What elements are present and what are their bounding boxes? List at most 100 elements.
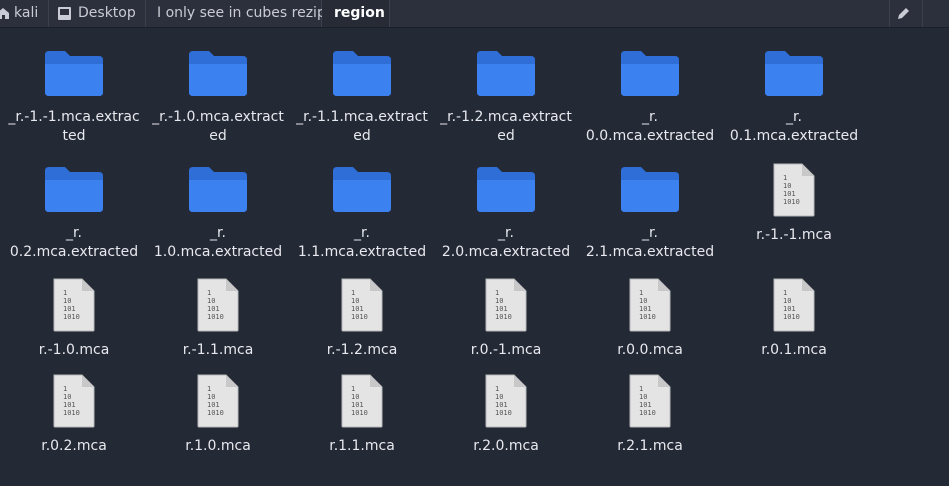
svg-text:101: 101 <box>639 305 652 313</box>
file-item[interactable]: 1 10 101 1010 r.-1.0.mca <box>4 278 144 363</box>
item-label: r.-1.0.mca <box>38 342 110 358</box>
folder-item[interactable]: _r.-1.0.mca.extract ed <box>148 28 288 144</box>
folder-icon <box>189 50 247 96</box>
item-label: r.2.1.mca <box>617 438 683 454</box>
folder-icon <box>765 50 823 96</box>
item-label: r.0.-1.mca <box>470 342 542 358</box>
item-label: _r.-1.1.mca.extract ed <box>292 108 432 146</box>
svg-text:1010: 1010 <box>351 313 368 321</box>
binary-file-icon: 1 10 101 1010 <box>52 278 96 332</box>
file-item[interactable]: 1 10 101 1010 r.1.0.mca <box>148 374 288 459</box>
crumb-label: Desktop <box>78 5 136 21</box>
edit-location-button[interactable] <box>889 0 916 27</box>
file-item[interactable]: 1 10 101 1010 r.0.1.mca <box>724 278 864 363</box>
folder-icon <box>477 50 535 96</box>
crumb-region[interactable]: region <box>322 0 390 27</box>
binary-file-icon: 1 10 101 1010 <box>772 163 816 217</box>
item-label: _r. 1.1.mca.extracted <box>292 224 432 262</box>
crumb-desktop[interactable]: Desktop <box>49 0 146 27</box>
svg-text:1010: 1010 <box>207 313 224 321</box>
folder-item[interactable]: _r.-1.1.mca.extract ed <box>292 28 432 144</box>
svg-text:1: 1 <box>207 289 211 297</box>
file-item[interactable]: 1 10 101 1010 r.-1.2.mca <box>292 278 432 363</box>
svg-text:10: 10 <box>207 393 215 401</box>
file-item[interactable]: 1 10 101 1010 r.0.2.mca <box>4 374 144 459</box>
item-label: _r. 1.0.mca.extracted <box>148 224 288 262</box>
svg-text:101: 101 <box>783 305 796 313</box>
path-bar: kali Desktop I only see in cubes rezip r… <box>0 0 949 28</box>
item-label: _r. 2.1.mca.extracted <box>580 224 720 262</box>
file-item[interactable]: 1 10 101 1010 r.1.1.mca <box>292 374 432 459</box>
svg-text:1: 1 <box>639 289 643 297</box>
svg-text:1: 1 <box>495 385 499 393</box>
folder-item[interactable]: _r. 2.0.mca.extracted <box>436 144 576 260</box>
svg-text:1: 1 <box>495 289 499 297</box>
crumb-label: kali <box>14 5 39 21</box>
item-label: r.2.0.mca <box>473 438 539 454</box>
binary-file-icon: 1 10 101 1010 <box>196 278 240 332</box>
item-label: r.-1.1.mca <box>182 342 254 358</box>
svg-text:1010: 1010 <box>63 409 80 417</box>
folder-item[interactable]: _r. 1.0.mca.extracted <box>148 144 288 260</box>
folder-icon <box>333 166 391 212</box>
file-item[interactable]: 1 10 101 1010 r.2.0.mca <box>436 374 576 459</box>
folder-item[interactable]: _r. 2.1.mca.extracted <box>580 144 720 260</box>
label-line: _r.-1.2.mca.extract <box>440 109 572 125</box>
svg-text:1010: 1010 <box>207 409 224 417</box>
folder-item[interactable]: _r.-1.2.mca.extract ed <box>436 28 576 144</box>
folder-icon <box>45 166 103 212</box>
label-line: _r. <box>210 225 226 241</box>
svg-text:101: 101 <box>351 401 364 409</box>
file-item[interactable]: 1 10 101 1010 r.0.0.mca <box>580 278 720 363</box>
file-item[interactable]: 1 10 101 1010 r.-1.-1.mca <box>724 163 864 248</box>
crumb-kali[interactable]: kali <box>0 0 49 27</box>
item-label: r.0.0.mca <box>617 342 683 358</box>
crumb-label: I only see in cubes rezip <box>157 5 326 21</box>
item-label: _r.-1.0.mca.extract ed <box>148 108 288 146</box>
svg-text:1010: 1010 <box>63 313 80 321</box>
svg-text:101: 101 <box>63 401 76 409</box>
label-line: 2.0.mca.extracted <box>441 244 571 260</box>
label-line: 1.1.mca.extracted <box>297 244 427 260</box>
folder-item[interactable]: _r. 0.1.mca.extracted <box>724 28 864 144</box>
svg-text:1: 1 <box>783 174 787 182</box>
svg-text:101: 101 <box>207 401 220 409</box>
file-item[interactable]: 1 10 101 1010 r.0.-1.mca <box>436 278 576 363</box>
svg-text:101: 101 <box>351 305 364 313</box>
file-item[interactable]: 1 10 101 1010 r.2.1.mca <box>580 374 720 459</box>
label-line: 0.2.mca.extracted <box>9 244 139 260</box>
svg-text:101: 101 <box>495 305 508 313</box>
svg-text:1: 1 <box>639 385 643 393</box>
file-item[interactable]: 1 10 101 1010 r.-1.1.mca <box>148 278 288 363</box>
folder-icon <box>45 50 103 96</box>
label-line: 0.1.mca.extracted <box>729 128 859 144</box>
label-line: _r. <box>66 225 82 241</box>
desktop-icon <box>58 7 71 20</box>
svg-text:10: 10 <box>783 182 791 190</box>
folder-item[interactable]: _r. 0.0.mca.extracted <box>580 28 720 144</box>
binary-file-icon: 1 10 101 1010 <box>52 374 96 428</box>
svg-text:1010: 1010 <box>495 409 512 417</box>
svg-text:1010: 1010 <box>639 313 656 321</box>
toolbar-edge <box>922 0 949 27</box>
binary-file-icon: 1 10 101 1010 <box>772 278 816 332</box>
label-line: _r. <box>642 225 658 241</box>
svg-text:10: 10 <box>495 393 503 401</box>
folder-item[interactable]: _r.-1.-1.mca.extrac ted <box>4 28 144 144</box>
folder-item[interactable]: _r. 0.2.mca.extracted <box>4 144 144 260</box>
file-grid: _r.-1.-1.mca.extrac ted _r.-1.0.mca.extrac… <box>0 28 949 486</box>
binary-file-icon: 1 10 101 1010 <box>196 374 240 428</box>
svg-text:10: 10 <box>639 297 647 305</box>
crumb-folder-rezip[interactable]: I only see in cubes rezip <box>146 0 326 27</box>
folder-item[interactable]: _r. 1.1.mca.extracted <box>292 144 432 260</box>
folder-icon <box>621 50 679 96</box>
svg-text:101: 101 <box>783 190 796 198</box>
binary-file-icon: 1 10 101 1010 <box>628 374 672 428</box>
svg-text:1: 1 <box>351 289 355 297</box>
svg-text:10: 10 <box>351 393 359 401</box>
folder-icon <box>189 166 247 212</box>
label-line: _r.-1.-1.mca.extrac <box>8 109 140 125</box>
folder-icon <box>477 166 535 212</box>
svg-text:101: 101 <box>63 305 76 313</box>
svg-text:101: 101 <box>495 401 508 409</box>
